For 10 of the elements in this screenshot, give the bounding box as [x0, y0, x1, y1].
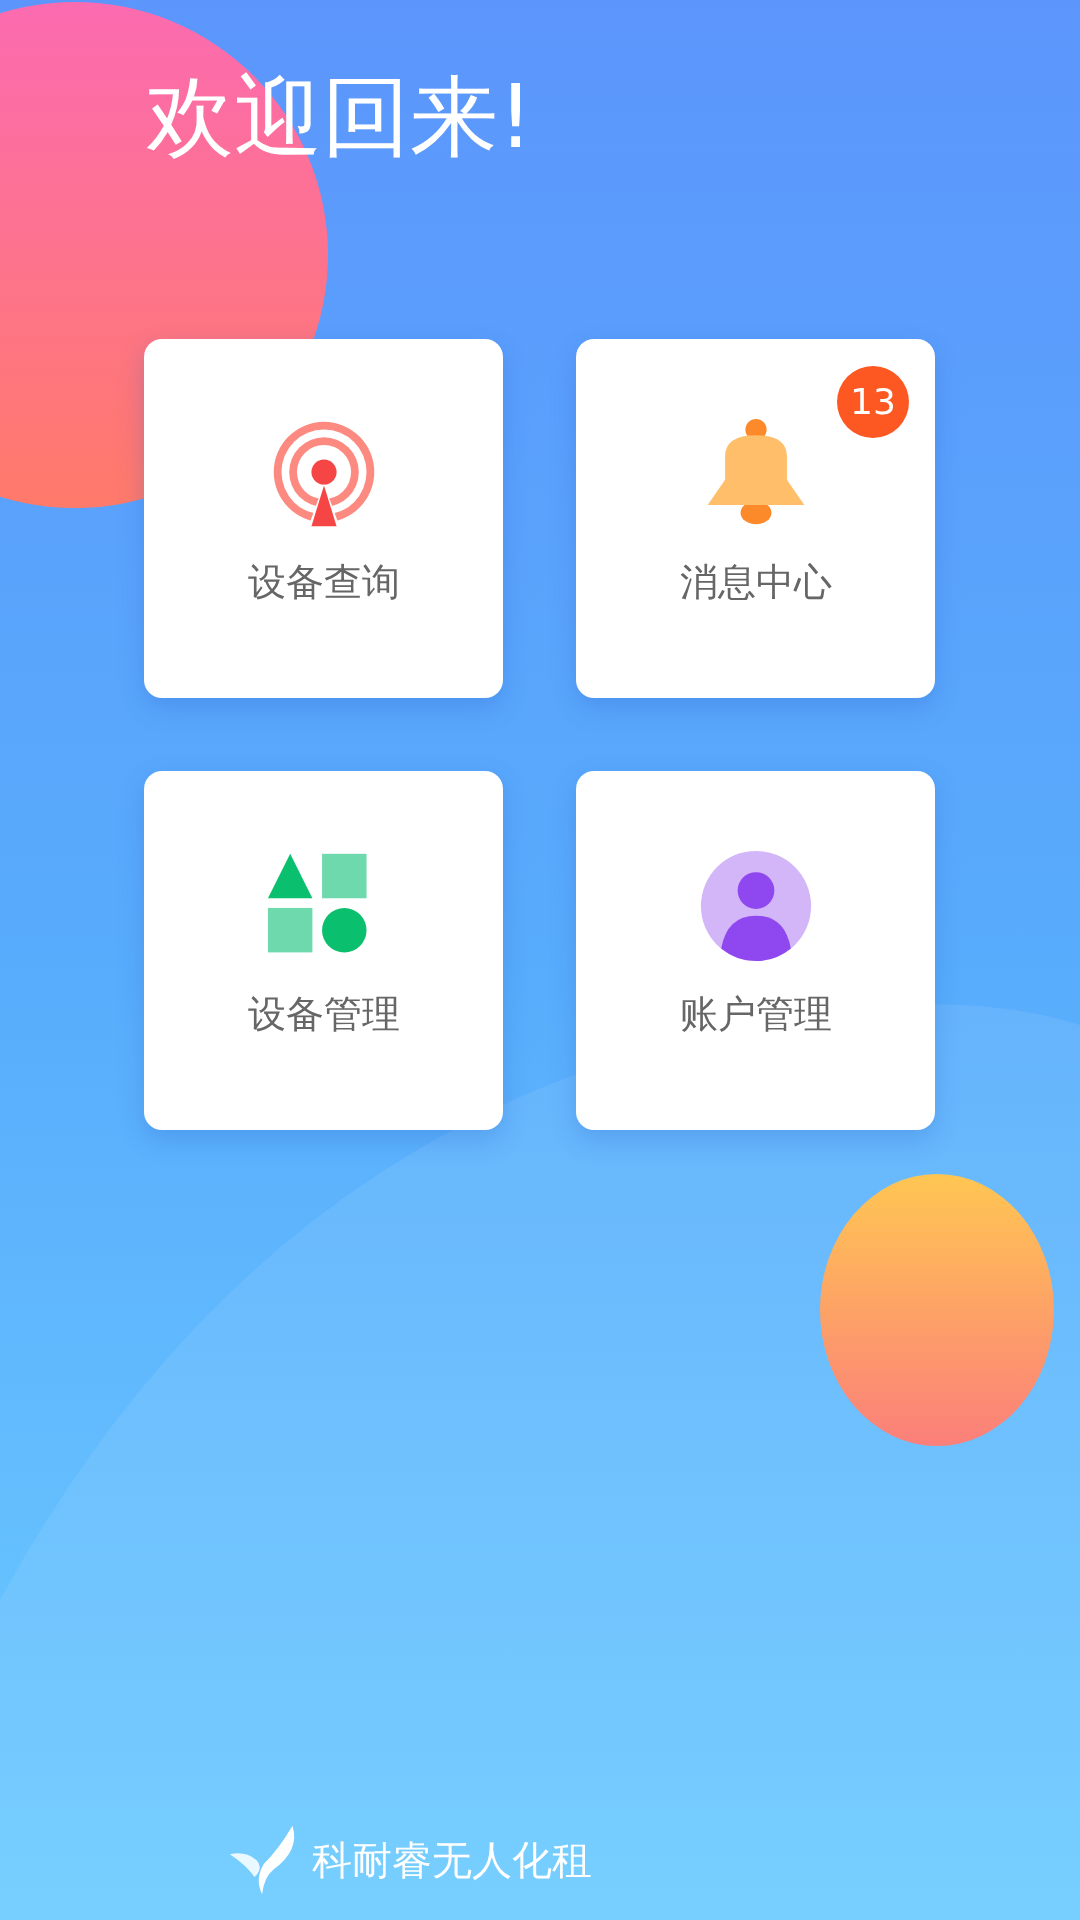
menu-tile[interactable]: 消息中心 13 — [576, 338, 935, 698]
menu-tile[interactable]: 设备管理 — [144, 770, 503, 1130]
menu-tile[interactable]: 设备查询 — [144, 338, 503, 698]
notification-badge: 13 — [837, 365, 909, 438]
tile-label: 设备查询 — [247, 558, 400, 606]
menu-tile[interactable]: 账户管理 — [576, 770, 935, 1130]
tile-label: 设备管理 — [247, 990, 400, 1038]
tile-label: 消息中心 — [679, 558, 832, 606]
tile-label: 账户管理 — [679, 990, 832, 1038]
footer-text: 科耐睿无人化租 — [312, 1835, 592, 1885]
